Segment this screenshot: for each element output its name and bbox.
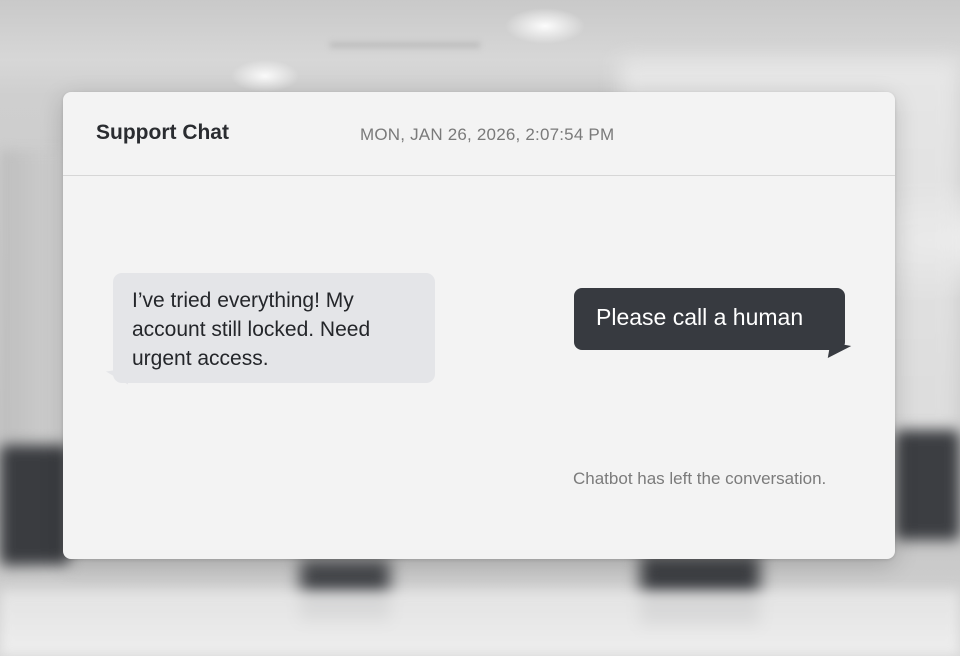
incoming-message-text: I’ve tried everything! My account still … [132,289,371,370]
chat-timestamp: MON, JAN 26, 2026, 2:07:54 PM [360,125,615,144]
chat-title: Support Chat [96,121,229,144]
chat-window: Support Chat MON, JAN 26, 2026, 2:07:54 … [63,92,895,559]
outgoing-message-text: Please call a human [596,304,804,330]
incoming-message-bubble: I’ve tried everything! My account still … [113,273,435,383]
system-status-message: Chatbot has left the conversation. [573,469,827,488]
outgoing-message-bubble: Please call a human [574,288,845,350]
chat-header: Support Chat MON, JAN 26, 2026, 2:07:54 … [63,92,895,176]
background-ceiling-fixture [330,42,480,48]
background-chair [0,445,70,565]
background-table [0,590,960,656]
background-chair [895,430,960,540]
